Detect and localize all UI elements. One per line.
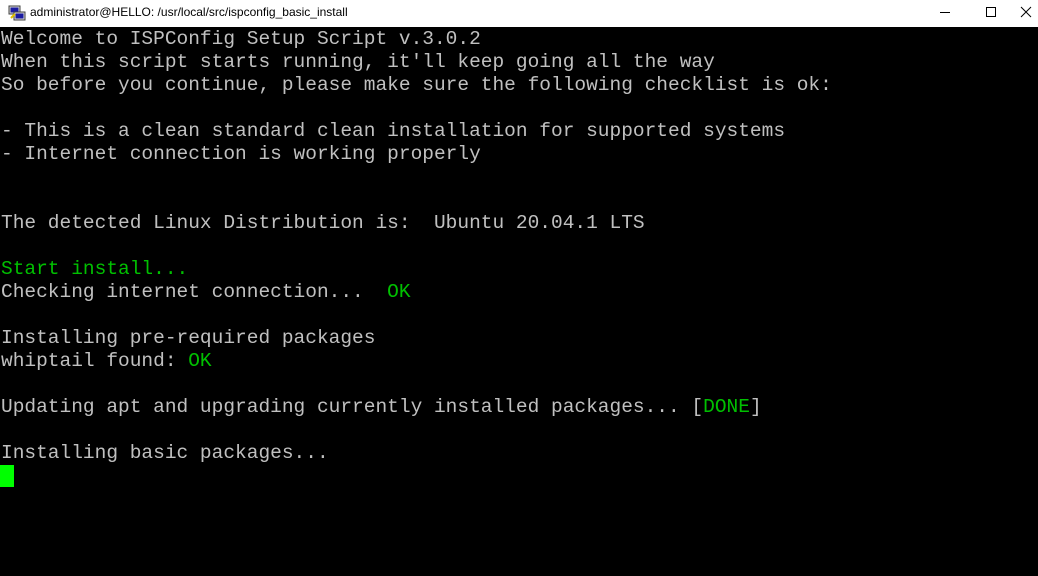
terminal-line: whiptail found: OK [1, 350, 212, 373]
status-ok: OK [188, 350, 212, 372]
window-title: administrator@HELLO: /usr/local/src/ispc… [30, 5, 348, 19]
close-icon [1020, 6, 1032, 18]
terminal-line-start-install: Start install... [1, 258, 189, 280]
terminal-line: Checking internet connection... OK [1, 281, 411, 304]
terminal-line: Installing basic packages... [1, 442, 329, 464]
updating-apt-text: Updating apt and upgrading currently ins… [1, 396, 704, 418]
minimize-button[interactable] [922, 0, 968, 24]
bracket-close: ] [749, 396, 762, 418]
minimize-icon [940, 12, 950, 13]
terminal-cursor [0, 465, 14, 487]
terminal-line: When this script starts running, it'll k… [1, 51, 715, 73]
check-internet-text: Checking internet connection... [1, 281, 388, 303]
maximize-button[interactable] [968, 0, 1014, 24]
terminal-output[interactable]: Welcome to ISPConfig Setup Script v.3.0.… [0, 27, 1038, 576]
terminal-line: Welcome to ISPConfig Setup Script v.3.0.… [1, 28, 481, 50]
terminal-line: The detected Linux Distribution is: Ubun… [1, 212, 645, 234]
terminal-line: Installing pre-required packages [1, 327, 376, 349]
terminal-line: - Internet connection is working properl… [1, 143, 481, 165]
putty-icon[interactable] [8, 4, 26, 22]
terminal-line: - This is a clean standard clean install… [1, 120, 786, 142]
status-ok: OK [387, 281, 411, 303]
terminal-line: Updating apt and upgrading currently ins… [1, 396, 762, 419]
status-done: DONE [703, 396, 750, 418]
terminal-line: So before you continue, please make sure… [1, 74, 832, 96]
close-button[interactable] [1014, 0, 1038, 24]
title-bar: administrator@HELLO: /usr/local/src/ispc… [0, 0, 1038, 27]
maximize-icon [986, 7, 996, 17]
whiptail-text: whiptail found: [1, 350, 189, 372]
